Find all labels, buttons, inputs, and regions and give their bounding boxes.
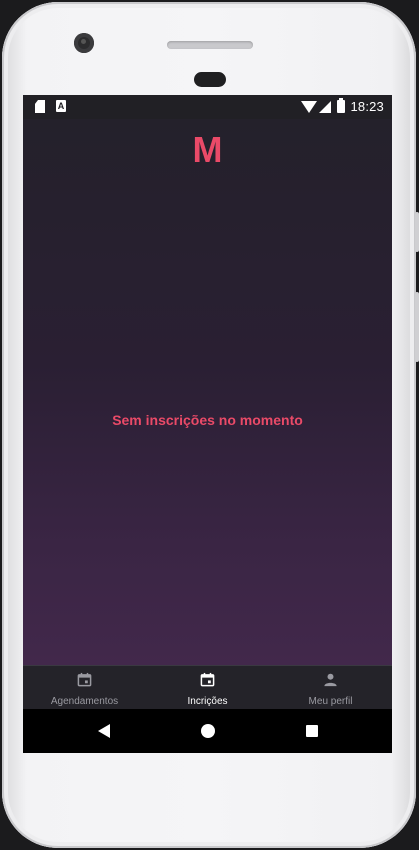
recents-icon[interactable] — [306, 725, 318, 737]
tab-incricoes-label: Incrições — [187, 696, 228, 707]
empty-state-message: Sem inscrições no momento — [112, 412, 303, 428]
sensor-icon — [194, 72, 226, 87]
a-icon: A — [56, 100, 66, 112]
tab-meu-perfil-label: Meu perfil — [308, 696, 353, 707]
battery-icon — [337, 98, 345, 113]
calendar-icon — [200, 672, 215, 687]
status-bar: A 18:23 — [23, 95, 392, 119]
bottom-navigation: Agendamentos Incrições Meu perfil — [23, 665, 392, 709]
home-icon[interactable] — [201, 724, 215, 738]
signal-icon — [319, 101, 331, 113]
back-icon[interactable] — [98, 724, 110, 738]
volume-button — [415, 292, 419, 362]
tab-agendamentos-label: Agendamentos — [50, 696, 119, 707]
power-button — [415, 212, 419, 252]
person-icon — [324, 673, 337, 687]
screen: A 18:23 M Sem inscrições no momento Agen… — [23, 95, 392, 753]
speaker-grille — [167, 41, 253, 49]
status-time: 18:23 — [350, 99, 384, 114]
system-navigation-bar — [23, 709, 392, 753]
tab-incricoes[interactable]: Incrições — [146, 666, 269, 710]
sd-card-icon — [35, 100, 45, 113]
app-logo: M — [192, 129, 223, 170]
wifi-icon — [301, 101, 317, 113]
app-content: M Sem inscrições no momento — [23, 119, 392, 665]
tab-meu-perfil[interactable]: Meu perfil — [269, 666, 392, 710]
front-camera-icon — [74, 33, 94, 53]
calendar-icon — [77, 672, 92, 687]
tab-agendamentos[interactable]: Agendamentos — [23, 666, 146, 710]
